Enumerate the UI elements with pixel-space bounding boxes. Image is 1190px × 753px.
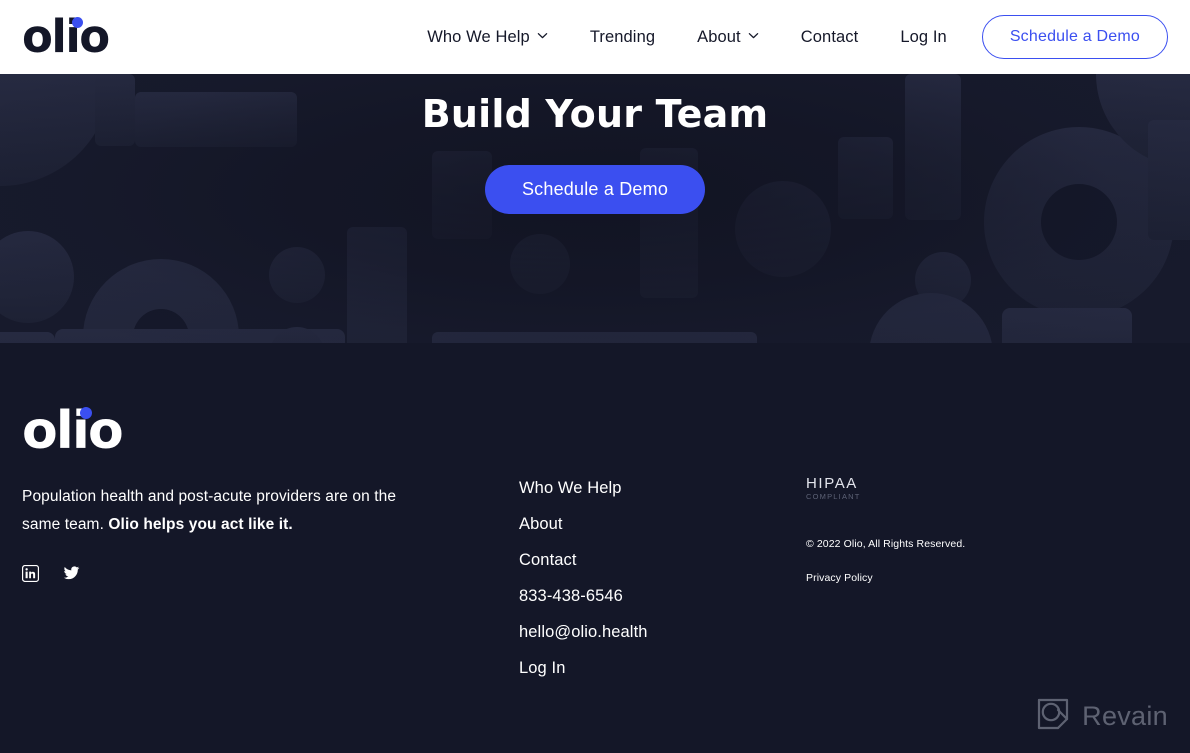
page-root: olio Who We Help Trending About Contact (0, 0, 1190, 753)
nav-item-contact[interactable]: Contact (780, 28, 880, 47)
nav-item-log-in[interactable]: Log In (879, 28, 967, 47)
twitter-icon[interactable] (63, 565, 80, 582)
footer-link-who-we-help[interactable]: Who We Help (519, 480, 648, 497)
header-logo[interactable]: olio (22, 10, 110, 63)
hero-title: Build Your Team (421, 92, 769, 136)
footer-nav-links: Who We Help About Contact 833-438-6546 h… (519, 480, 648, 677)
nav-item-label: Who We Help (427, 27, 530, 46)
chevron-down-icon (748, 30, 759, 41)
hero-content: Build Your Team Schedule a Demo (0, 74, 1190, 343)
footer-legal-column: HIPAA COMPLIANT © 2022 Olio, All Rights … (806, 476, 1036, 586)
primary-nav: Who We Help Trending About Contact Log I… (406, 15, 1168, 59)
footer-tagline-bold: Olio helps you act like it. (108, 516, 293, 533)
nav-item-label: Log In (900, 27, 947, 46)
nav-item-label: About (697, 27, 741, 46)
header-logo-text: olio (22, 10, 110, 63)
revain-logo-icon (1036, 697, 1070, 736)
footer-logo[interactable]: olio (22, 405, 124, 457)
footer-link-email[interactable]: hello@olio.health (519, 624, 648, 641)
hipaa-compliant-badge: HIPAA COMPLIANT (806, 476, 861, 501)
header-schedule-demo-button[interactable]: Schedule a Demo (981, 15, 1168, 59)
logo-dot-icon (80, 407, 92, 419)
nav-item-who-we-help[interactable]: Who We Help (406, 28, 569, 47)
hipaa-badge-subtitle: COMPLIANT (806, 492, 861, 501)
nav-item-label: Trending (589, 27, 656, 46)
linkedin-icon[interactable] (22, 565, 39, 582)
hero-section: Build Your Team Schedule a Demo (0, 74, 1190, 343)
footer-link-about[interactable]: About (519, 516, 648, 533)
nav-item-about[interactable]: About (676, 28, 780, 47)
footer-link-log-in[interactable]: Log In (519, 660, 648, 677)
footer-inner: olio Population health and post-acute pr… (0, 343, 1190, 753)
chevron-down-icon (537, 30, 548, 41)
hero-schedule-demo-button[interactable]: Schedule a Demo (484, 165, 706, 214)
footer-link-contact[interactable]: Contact (519, 552, 648, 569)
revain-watermark-label: Revain (1082, 701, 1168, 731)
footer-logo-text: olio (22, 401, 124, 461)
site-footer: olio Population health and post-acute pr… (0, 343, 1190, 753)
site-header: olio Who We Help Trending About Contact (0, 0, 1190, 74)
footer-social-links (22, 565, 80, 582)
privacy-policy-link[interactable]: Privacy Policy (806, 572, 873, 584)
footer-tagline: Population health and post-acute provide… (22, 483, 402, 539)
hipaa-badge-title: HIPAA (806, 475, 858, 492)
nav-item-label: Contact (800, 27, 859, 46)
nav-item-trending[interactable]: Trending (569, 28, 676, 47)
logo-dot-icon (72, 17, 83, 28)
footer-link-phone[interactable]: 833-438-6546 (519, 588, 648, 605)
revain-watermark: Revain (1036, 697, 1168, 736)
copyright-text: © 2022 Olio, All Rights Reserved. (806, 538, 966, 550)
